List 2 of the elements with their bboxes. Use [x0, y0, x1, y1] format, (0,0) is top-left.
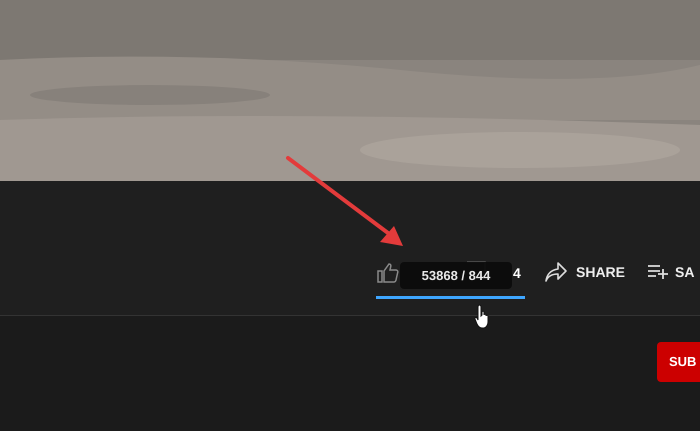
- dislike-count: 4: [513, 264, 521, 283]
- rating-tooltip: 53868 / 844: [400, 262, 512, 289]
